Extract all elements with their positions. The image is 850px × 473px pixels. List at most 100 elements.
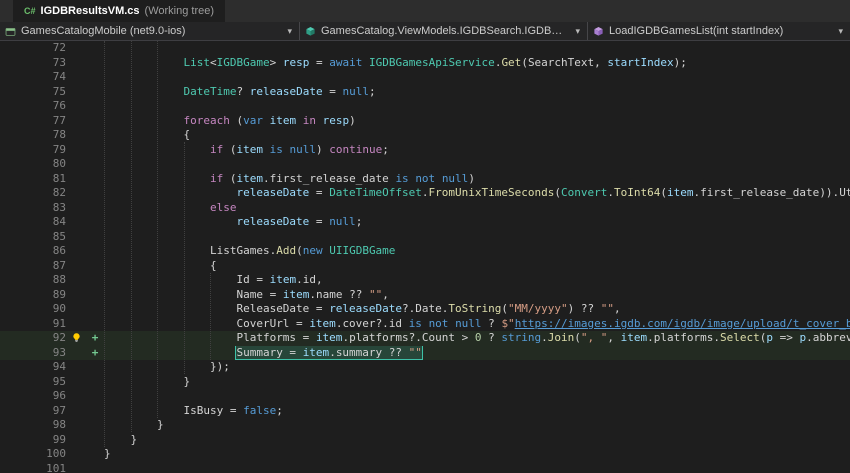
code-token: not [428,316,449,330]
code-token: = [223,403,244,417]
code-token: CoverUrl [236,316,290,330]
code-line[interactable]: 81 if (item.first_release_date is not nu… [0,172,850,187]
code-token: id [302,273,316,286]
code-line[interactable]: 84 releaseDate = null; [0,215,850,230]
code-token: ( [296,244,303,257]
code-token: ?? [382,345,409,359]
code-token: cover [342,316,376,330]
code-line[interactable]: 100} [0,447,850,462]
quick-actions-lightbulb-icon[interactable] [66,331,86,346]
diff-margin [86,433,104,448]
code-token: "" [408,345,422,359]
glyph-margin [66,201,86,216]
code-token: Convert [561,186,608,199]
project-icon [5,26,16,37]
code-line[interactable]: 86 ListGames.Add(new UIIGDBGame [0,244,850,259]
code-line[interactable]: 101 [0,462,850,473]
code-token: , [594,55,608,69]
code-text: { [104,128,850,143]
code-line[interactable]: 75 DateTime? releaseDate = null; [0,85,850,100]
code-line[interactable]: 74 [0,70,850,85]
line-number: 89 [52,287,66,301]
code-line[interactable]: 91 CoverUrl = item.cover?.id is not null… [0,317,850,332]
code-lines: 72 73 List<IGDBGame> resp = await IGDBGam… [0,41,850,473]
code-text: } [104,418,850,433]
code-line[interactable]: 89 Name = item.name ?? "", [0,288,850,303]
code-line[interactable]: 88 Id = item.id, [0,273,850,288]
code-line[interactable]: 77 foreach (var item in resp) [0,114,850,129]
code-line[interactable]: 82 releaseDate = DateTimeOffset.FromUnix… [0,186,850,201]
code-token: Join [547,331,575,344]
code-line[interactable]: 80 [0,157,850,172]
code-line[interactable]: 72 [0,41,850,56]
code-line[interactable]: 87 { [0,259,850,274]
code-line[interactable]: 97 IsBusy = false; [0,404,850,419]
code-text: } [104,447,850,462]
code-line[interactable]: 90 ReleaseDate = releaseDate?.Date.ToStr… [0,302,850,317]
vs-editor-window: C# IGDBResultsVM.cs (Working tree) Games… [0,0,850,473]
code-token: else [209,200,237,214]
glyph-margin [66,360,86,375]
code-text: ReleaseDate = releaseDate?.Date.ToString… [104,302,850,317]
code-token: false [243,403,277,417]
code-line[interactable]: 98 } [0,418,850,433]
code-token: is [269,142,283,156]
git-added-marker: + [91,331,99,344]
code-token: { [183,128,191,141]
chevron-down-icon: ▾ [575,25,580,36]
code-token: item [236,171,263,185]
line-number: 87 [52,258,66,272]
code-line[interactable]: 96 [0,389,850,404]
code-line[interactable]: 99 } [0,433,850,448]
code-token: item [315,331,343,344]
code-editor[interactable]: 72 73 List<IGDBGame> resp = await IGDBGam… [0,41,850,473]
code-line[interactable]: 92 + Platforms = item.platforms?.Count > … [0,331,850,346]
member-dropdown[interactable]: LoadIGDBGamesList(int startIndex) ▾ [588,22,850,40]
code-line[interactable]: 93 + Summary = item.summary ?? "" [0,345,850,360]
glyph-margin [66,389,86,404]
line-number: 94 [52,360,66,373]
code-line[interactable]: 83 else [0,201,850,216]
code-token: } [130,432,138,446]
code-text: { [104,259,850,274]
code-token: IGDBGame [216,55,270,69]
code-token: = [309,55,330,69]
diff-margin [86,273,104,288]
tab-igdbresultsvm[interactable]: C# IGDBResultsVM.cs (Working tree) [13,0,226,22]
code-token: not [415,171,436,185]
type-dropdown[interactable]: GamesCatalog.ViewModels.IGDBSearch.IGDBR… [300,22,588,40]
code-line[interactable]: 85 [0,230,850,245]
diff-margin [86,360,104,375]
project-dropdown[interactable]: GamesCatalogMobile (net9.0-ios) ▾ [0,22,300,40]
code-token: if [209,171,224,185]
code-token: is [408,316,422,330]
line-number: 86 [52,244,66,257]
code-token: . [296,273,303,286]
code-token: ?. [375,316,389,330]
code-line[interactable]: 79 if (item is null) continue; [0,143,850,158]
code-line[interactable]: 94 }); [0,360,850,375]
code-line[interactable]: 73 List<IGDBGame> resp = await IGDBGames… [0,56,850,71]
code-token: , [315,273,323,286]
code-token: ReleaseDate [236,302,310,315]
code-token: } [104,447,111,460]
line-number: 100 [46,447,66,460]
glyph-margin [66,375,86,390]
code-text: Id = item.id, [104,273,850,288]
code-line[interactable]: 78 { [0,128,850,143]
code-line[interactable]: 76 [0,99,850,114]
code-line[interactable]: 95 } [0,375,850,390]
code-token: > [455,331,475,344]
glyph-margin [66,418,86,433]
code-token: ; [382,142,389,156]
code-token: } [156,418,164,431]
code-token: resp [282,55,310,69]
